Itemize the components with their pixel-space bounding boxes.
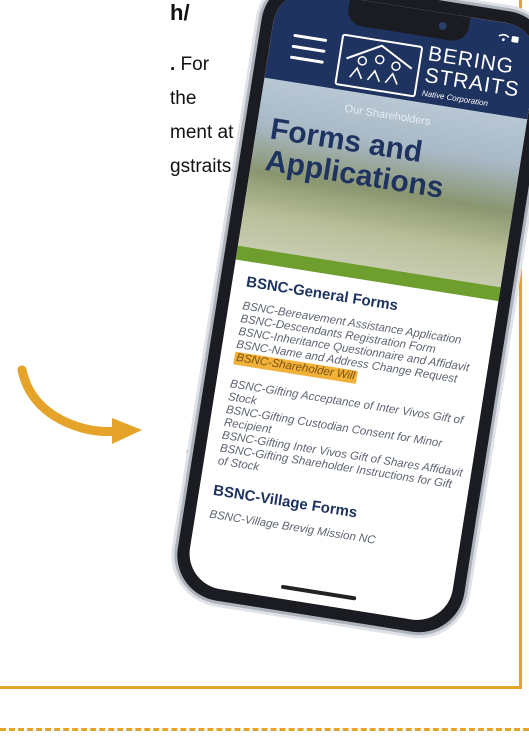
forms-content: BSNC-General Forms BSNC-Bereavement Assi… bbox=[208, 274, 494, 561]
logo-icon[interactable] bbox=[334, 33, 424, 98]
hamburger-menu-button[interactable] bbox=[289, 33, 328, 65]
camera-icon bbox=[438, 21, 448, 31]
wifi-icon bbox=[498, 33, 519, 43]
breadcrumb[interactable]: Our Shareholders bbox=[344, 103, 432, 128]
logo-wordmark[interactable]: BERING STRAITS Native Corporation bbox=[421, 42, 524, 112]
status-icons bbox=[497, 32, 521, 48]
home-indicator bbox=[280, 584, 357, 601]
